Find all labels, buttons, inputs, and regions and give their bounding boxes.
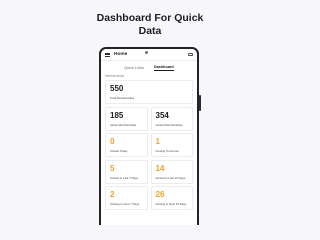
stat-card-active[interactable]: 185 Active Memberships <box>105 106 148 131</box>
stat-row: 2 Closing in Next 7 Days 26 Closing in N… <box>105 186 193 210</box>
phone-side-button <box>199 95 201 111</box>
stat-card-closed-today[interactable]: 0 Closed Today <box>105 133 148 157</box>
stat-value: 354 <box>155 110 169 120</box>
stat-value: 185 <box>110 110 124 120</box>
stat-card-closing-next-7[interactable]: 2 Closing in Next 7 Days <box>105 186 148 210</box>
stat-value: 14 <box>155 163 165 173</box>
stat-value: 0 <box>110 137 115 146</box>
stat-row: 0 Closed Today 1 Closing Tomorrow <box>105 133 193 157</box>
stat-label: Closed Memberships <box>155 122 183 127</box>
stat-value: 5 <box>110 163 115 173</box>
stat-row: 185 Active Memberships 354 Closed Member… <box>105 106 193 131</box>
stat-card-total[interactable]: 550 Total Memberships <box>105 80 193 104</box>
stat-value: 550 <box>110 84 124 93</box>
tab-quick-links[interactable]: Quick Links <box>124 66 144 72</box>
stat-value: 1 <box>155 137 160 146</box>
phone-screen: Home Quick Links Dashboard Memberships 5… <box>101 49 197 225</box>
stat-label: Closing in Next 15 Days <box>155 202 187 206</box>
app-top-bar: Home <box>101 49 197 61</box>
hamburger-icon[interactable] <box>105 52 110 57</box>
stat-value: 26 <box>155 190 165 199</box>
stat-card-closed-last-15[interactable]: 14 Closed in Last 15 Days <box>150 159 193 184</box>
stat-label: Closed in Last 7 Days <box>110 175 139 180</box>
stat-label: Closing Tomorrow <box>155 149 179 153</box>
section-label: Memberships <box>105 74 125 78</box>
stat-card-closed-last-7[interactable]: 5 Closed in Last 7 Days <box>105 159 148 184</box>
stat-value: 2 <box>110 190 115 199</box>
tab-bar: Quick Links Dashboard <box>101 61 197 71</box>
stat-card-closing-next-15[interactable]: 26 Closing in Next 15 Days <box>150 186 193 210</box>
stat-label: Closing in Next 7 Days <box>110 202 140 206</box>
headline-line-1: Dashboard For Quick <box>96 12 204 24</box>
page-headline: Dashboard For Quick Data <box>0 12 300 38</box>
camera-notch <box>145 51 148 54</box>
stat-label: Closed in Last 15 Days <box>155 175 186 180</box>
stat-row: 5 Closed in Last 7 Days 14 Closed in Las… <box>105 159 193 184</box>
stat-label: Total Memberships <box>110 96 135 100</box>
stat-card-closing-tomorrow[interactable]: 1 Closing Tomorrow <box>150 133 193 157</box>
stat-card-closed[interactable]: 354 Closed Memberships <box>150 106 193 131</box>
stat-label: Closed Today <box>110 149 128 153</box>
app-title: Home <box>114 52 128 57</box>
tab-dashboard[interactable]: Dashboard <box>153 65 174 71</box>
headline-line-2: Data <box>138 25 162 37</box>
phone-frame: Home Quick Links Dashboard Memberships 5… <box>99 47 201 225</box>
stat-label: Active Memberships <box>110 122 137 127</box>
window-icon[interactable] <box>188 52 193 57</box>
